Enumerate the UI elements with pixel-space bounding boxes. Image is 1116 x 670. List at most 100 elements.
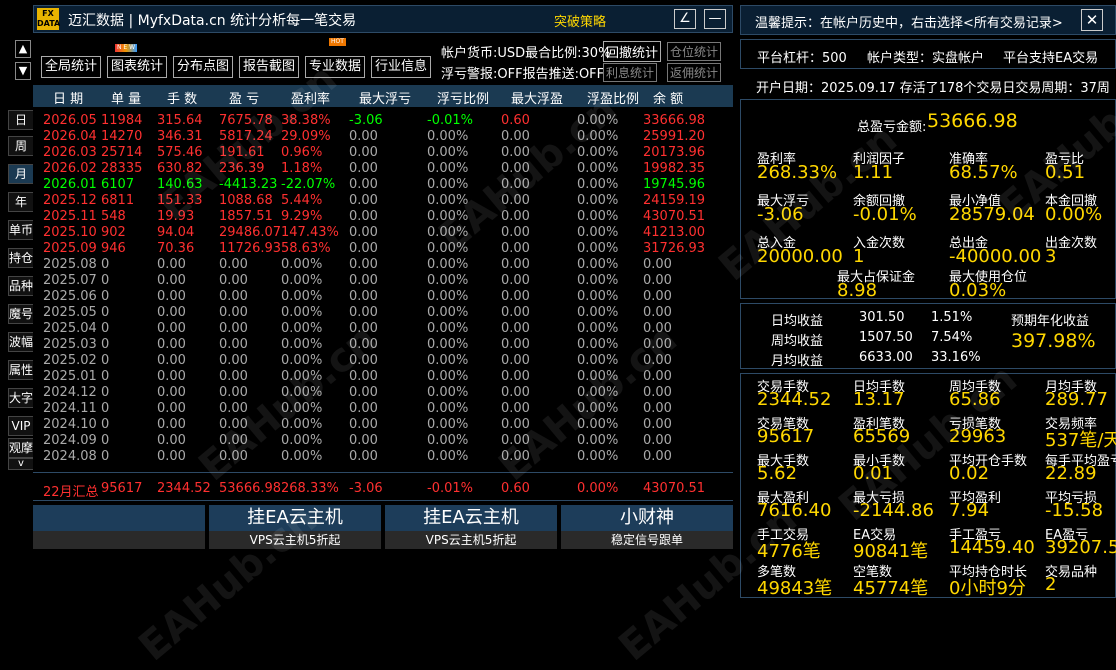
- table-row[interactable]: 2025.05 0 0.00 0.00 0.00% 0.00 0.00% 0.00 0.00% 0…: [33, 305, 733, 321]
- sidebar-item-5[interactable]: 持仓: [8, 248, 34, 268]
- table-cell: 0.00%: [427, 385, 469, 400]
- position-stats-button[interactable]: 仓位统计: [667, 42, 722, 61]
- sidebar-item-9[interactable]: 属性: [8, 360, 34, 380]
- table-cell: 191.61: [219, 145, 265, 160]
- table-cell: 0.00%: [281, 449, 323, 464]
- table-cell: 28335: [101, 161, 143, 176]
- table-row[interactable]: 2024.11 0 0.00 0.00 0.00% 0.00 0.00% 0.00 0.00% 0…: [33, 401, 733, 417]
- scroll-up-icon[interactable]: ▲: [15, 40, 31, 58]
- sidebar-item-12[interactable]: 观摩: [8, 438, 34, 458]
- avg-label: 日均收益: [771, 314, 824, 329]
- sidebar-item-0[interactable]: 日: [8, 110, 34, 130]
- stat-value: 3: [1045, 246, 1057, 267]
- close-button[interactable]: ✕: [1081, 9, 1103, 31]
- table-cell: 0.00%: [281, 369, 323, 384]
- avg-amount: 301.50: [859, 310, 905, 325]
- table-row[interactable]: 2025.12 6811 151.33 1088.68 5.44% 0.00 0.00% 0.…: [33, 193, 733, 209]
- table-cell: 0.00: [643, 289, 672, 304]
- sidebar-item-10[interactable]: 大字: [8, 388, 34, 408]
- table-row[interactable]: 2024.08 0 0.00 0.00 0.00% 0.00 0.00% 0.00 0.00% 0…: [33, 449, 733, 465]
- sidebar-item-3[interactable]: 年: [8, 192, 34, 212]
- ad-banner-1[interactable]: 挂EA云主机: [385, 505, 557, 531]
- table-row[interactable]: 2025.01 0 0.00 0.00 0.00% 0.00 0.00% 0.00 0.00% 0…: [33, 369, 733, 385]
- toolbar-button-3[interactable]: 报告截图: [239, 56, 300, 78]
- table-cell: 94.04: [157, 225, 195, 240]
- toolbar-button-2[interactable]: 分布点图: [173, 56, 234, 78]
- sidebar-item-7[interactable]: 魔号: [8, 304, 34, 324]
- app-title: 迈汇数据 | MyfxData.cn 统计分析每一笔交易: [68, 13, 357, 29]
- table-cell: 0.00: [501, 225, 530, 240]
- table-row[interactable]: 2025.04 0 0.00 0.00 0.00% 0.00 0.00% 0.00 0.00% 0…: [33, 321, 733, 337]
- table-row[interactable]: 2025.03 0 0.00 0.00 0.00% 0.00 0.00% 0.00 0.00% 0…: [33, 337, 733, 353]
- strategy-label[interactable]: 突破策略: [554, 11, 606, 30]
- ad-banner-2[interactable]: 小财神: [561, 505, 733, 531]
- total-cell: 53666.98: [219, 481, 282, 496]
- stat-value: -15.58: [1045, 500, 1104, 521]
- table-row[interactable]: 2025.11 548 19.93 1857.51 9.29% 0.00 0.00% 0.00…: [33, 209, 733, 225]
- ad-sub-1[interactable]: VPS云主机5折起: [385, 531, 557, 549]
- scroll-down-icon[interactable]: ▼: [15, 62, 31, 80]
- ad-sub-2[interactable]: 稳定信号跟单: [561, 531, 733, 549]
- table-row[interactable]: 2025.08 0 0.00 0.00 0.00% 0.00 0.00% 0.00 0.00% 0…: [33, 257, 733, 273]
- table-row[interactable]: 2024.10 0 0.00 0.00 0.00% 0.00 0.00% 0.00 0.00% 0…: [33, 417, 733, 433]
- sidebar-item-2[interactable]: 月: [8, 164, 34, 184]
- table-cell: 0.00%: [577, 385, 619, 400]
- table-cell: 0.00: [157, 353, 186, 368]
- table-row[interactable]: 2026.05 11984 315.64 7675.78 38.38% -3.06 -0.0…: [33, 113, 733, 129]
- table-cell: 0: [101, 369, 110, 384]
- table-row[interactable]: 2025.06 0 0.00 0.00 0.00% 0.00 0.00% 0.00 0.00% 0…: [33, 289, 733, 305]
- withdraw-stats-button[interactable]: 回撤统计: [603, 41, 662, 62]
- toolbar-button-4[interactable]: 专业数据: [305, 56, 366, 78]
- table-row[interactable]: 2026.03 25714 575.46 191.61 0.96% 0.00 0.00% 0.…: [33, 145, 733, 161]
- table-cell: 0.00%: [577, 417, 619, 432]
- table-cell: 0.00: [501, 241, 530, 256]
- total-cell: 0.60: [501, 481, 530, 496]
- table-row[interactable]: 2026.01 6107 140.63 -4413.23 -22.07% 0.00 0.00…: [33, 177, 733, 193]
- table-cell: 0.00%: [427, 145, 469, 160]
- table-row[interactable]: 2026.04 14270 346.31 5817.24 29.09% 0.00 0.00%…: [33, 129, 733, 145]
- table-cell: 2025.09: [43, 241, 97, 256]
- sidebar-item-8[interactable]: 波幅: [8, 332, 34, 352]
- table-cell: 25714: [101, 145, 143, 160]
- table-cell: 1088.68: [219, 193, 273, 208]
- table-cell: 0.00: [643, 273, 672, 288]
- table-cell: 0.00%: [427, 225, 469, 240]
- sidebar-item-6[interactable]: 品种: [8, 276, 34, 296]
- table-row[interactable]: 2025.02 0 0.00 0.00 0.00% 0.00 0.00% 0.00 0.00% 0…: [33, 353, 733, 369]
- stat-value: 7.94: [949, 500, 990, 521]
- column-header: 日 期: [53, 92, 84, 107]
- interest-stats-button[interactable]: 利息统计: [603, 63, 658, 82]
- table-cell: 0.00: [219, 257, 248, 272]
- table-row[interactable]: 2026.02 28335 630.82 236.39 1.18% 0.00 0.00% 0.…: [33, 161, 733, 177]
- ad-banner-0[interactable]: 挂EA云主机: [209, 505, 381, 531]
- resize-button[interactable]: ∠: [674, 9, 696, 29]
- minimize-button[interactable]: —: [704, 9, 726, 29]
- table-cell: 0.00%: [577, 257, 619, 272]
- table-row[interactable]: 2025.09 946 70.36 11726.93 58.63% 0.00 0.00% 0.…: [33, 241, 733, 257]
- table-row[interactable]: 2025.10 902 94.04 29486.07 147.43% 0.00 0.00% 0…: [33, 225, 733, 241]
- rebate-stats-button[interactable]: 返佣统计: [667, 63, 722, 82]
- sidebar-item-1[interactable]: 周: [8, 136, 34, 156]
- table-cell: 0.00%: [281, 385, 323, 400]
- table-row[interactable]: 2025.07 0 0.00 0.00 0.00% 0.00 0.00% 0.00 0.00% 0…: [33, 273, 733, 289]
- table-cell: 33666.98: [643, 113, 706, 128]
- toolbar-button-0[interactable]: 全局统计: [41, 56, 102, 78]
- ad-blank: [33, 505, 205, 531]
- table-cell: 0.00%: [427, 401, 469, 416]
- table-cell: 0.00%: [427, 305, 469, 320]
- table-row[interactable]: 2024.09 0 0.00 0.00 0.00% 0.00 0.00% 0.00 0.00% 0…: [33, 433, 733, 449]
- table-row[interactable]: 2024.12 0 0.00 0.00 0.00% 0.00 0.00% 0.00 0.00% 0…: [33, 385, 733, 401]
- sidebar-item-4[interactable]: 单币: [8, 220, 34, 240]
- table-cell: 0.00: [219, 385, 248, 400]
- table-cell: 5.44%: [281, 193, 323, 208]
- toolbar-button-5[interactable]: 行业信息: [371, 56, 432, 78]
- ad-sub-0[interactable]: VPS云主机5折起: [209, 531, 381, 549]
- table-cell: 0.00%: [281, 433, 323, 448]
- sidebar-item-13[interactable]: v: [8, 458, 34, 470]
- table-cell: 0.00: [501, 385, 530, 400]
- table-cell: 2025.06: [43, 289, 97, 304]
- toolbar-button-1[interactable]: 图表统计: [107, 56, 168, 78]
- sidebar-item-11[interactable]: VIP: [8, 416, 34, 436]
- avg-label: 周均收益: [771, 334, 824, 349]
- table-cell: 5817.24: [219, 129, 273, 144]
